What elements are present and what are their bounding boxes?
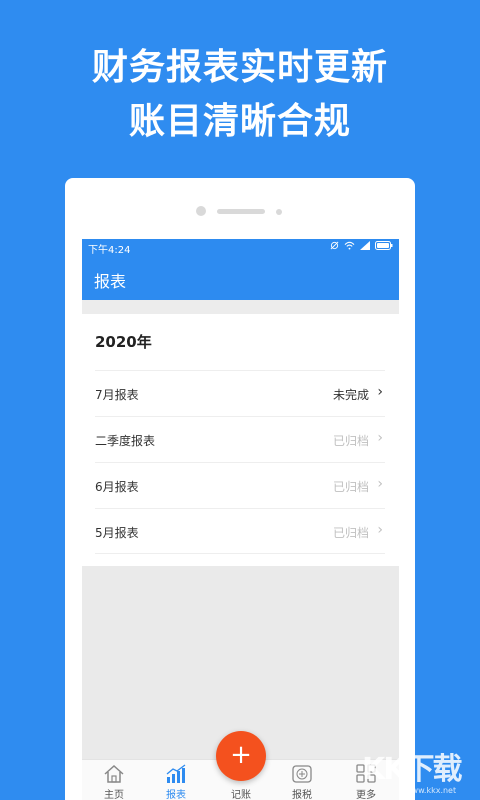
wifi-icon bbox=[344, 241, 355, 253]
status-bar: 下午4:24 bbox=[82, 239, 399, 256]
watermark-logo: KK下载 bbox=[362, 752, 462, 787]
promo-headline-1: 财务报表实时更新 bbox=[91, 47, 388, 88]
promo-headline-2: 账目清晰合规 bbox=[128, 101, 351, 142]
status-icons bbox=[330, 241, 393, 253]
nav-home-label: 主页 bbox=[104, 790, 124, 800]
report-label: 7月报表 bbox=[95, 388, 139, 402]
battery-icon bbox=[375, 241, 393, 253]
year-heading: 2020年 bbox=[95, 333, 152, 351]
list-item[interactable]: 二季度报表 已归档 › bbox=[95, 416, 385, 462]
add-entry-label: 记账 bbox=[231, 790, 251, 800]
nav-more-label: 更多 bbox=[356, 790, 376, 800]
alarm-off-icon bbox=[330, 241, 339, 253]
report-label: 5月报表 bbox=[95, 526, 139, 540]
report-label: 6月报表 bbox=[95, 480, 139, 494]
list-item[interactable]: 7月报表 未完成 › bbox=[95, 370, 385, 416]
phone-speaker bbox=[217, 209, 265, 214]
chevron-right-icon: › bbox=[377, 384, 383, 400]
app-bar: 报表 bbox=[82, 255, 399, 300]
nav-tax-label: 报税 bbox=[292, 790, 312, 800]
app-screen: 下午4:24 报表 2020年 7月报表 未完成 › 二季度报表 已归档 › 6… bbox=[82, 239, 399, 800]
report-label: 二季度报表 bbox=[95, 434, 156, 448]
report-status: 已归档 bbox=[332, 526, 369, 540]
report-status: 未完成 bbox=[332, 388, 369, 402]
signal-icon bbox=[360, 241, 370, 253]
home-icon bbox=[104, 764, 124, 783]
report-status: 已归档 bbox=[332, 434, 369, 448]
status-time: 下午4:24 bbox=[88, 245, 131, 256]
phone-sensor bbox=[276, 209, 282, 215]
section-gap bbox=[82, 300, 399, 314]
nav-home[interactable]: 主页 bbox=[84, 760, 144, 800]
bar-chart-icon bbox=[166, 764, 186, 783]
report-status: 已归档 bbox=[332, 480, 369, 494]
report-list-card: 2020年 7月报表 未完成 › 二季度报表 已归档 › 6月报表 已归档 › … bbox=[82, 314, 399, 566]
nav-tax[interactable]: 报税 bbox=[272, 760, 332, 800]
list-item[interactable]: 5月报表 已归档 › bbox=[95, 508, 385, 554]
nav-reports[interactable]: 报表 bbox=[146, 760, 206, 800]
list-item[interactable]: 6月报表 已归档 › bbox=[95, 462, 385, 508]
chevron-right-icon: › bbox=[377, 430, 383, 446]
chevron-right-icon: › bbox=[377, 476, 383, 492]
phone-camera bbox=[196, 206, 206, 216]
nav-reports-label: 报表 bbox=[166, 790, 186, 800]
tax-icon bbox=[292, 765, 312, 783]
add-entry-button[interactable]: + bbox=[216, 731, 266, 781]
watermark-url: www.kkx.net bbox=[405, 786, 457, 795]
chevron-right-icon: › bbox=[377, 522, 383, 538]
page-title: 报表 bbox=[94, 272, 127, 291]
